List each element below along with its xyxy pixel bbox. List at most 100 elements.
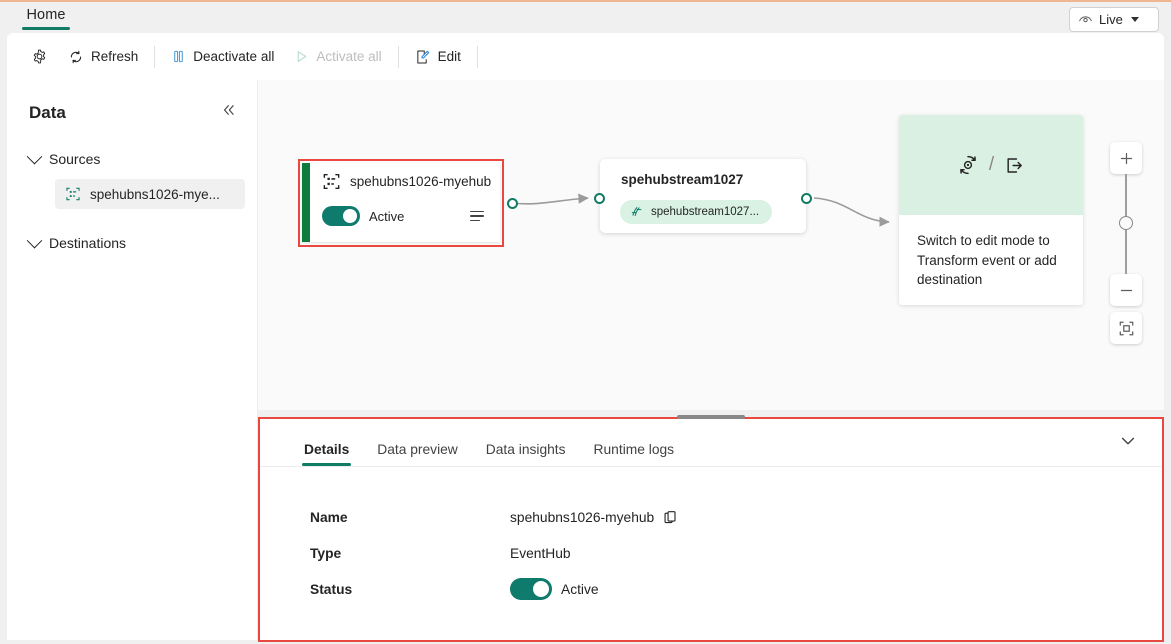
details-rows: Name spehubns1026-myehub Type EventHub S… <box>260 481 1162 607</box>
chevron-down-icon <box>26 148 43 164</box>
deactivate-all-button[interactable]: Deactivate all <box>161 42 284 72</box>
gear-icon <box>31 48 48 65</box>
tab-home-label: Home <box>26 7 66 23</box>
tab-details-label: Details <box>304 442 350 457</box>
tab-runtime-logs[interactable]: Runtime logs <box>580 442 689 466</box>
destination-placeholder-card[interactable]: / Switch to edit mode to Transform event… <box>899 115 1083 305</box>
live-mode-label: Live <box>1099 12 1123 27</box>
source-node-header: spehubns1026-myehub <box>322 172 491 191</box>
sidebar-title: Data <box>29 102 66 122</box>
pause-icon <box>171 49 186 64</box>
toolbar-divider <box>154 45 156 68</box>
tab-strip: Home Live <box>0 0 1171 33</box>
activate-all-label: Activate all <box>316 49 382 64</box>
refresh-icon <box>68 49 84 65</box>
refresh-label: Refresh <box>91 49 139 64</box>
stream-icon <box>630 205 644 219</box>
edge-stream-to-destination <box>813 197 890 227</box>
activate-all-button: Activate all <box>284 42 391 72</box>
sidebar-group-sources-label: Sources <box>49 151 101 167</box>
hamburger-menu-icon[interactable] <box>470 210 484 222</box>
detail-row-name: Name spehubns1026-myehub <box>260 499 1162 535</box>
tab-data-insights[interactable]: Data insights <box>472 442 580 466</box>
app-window: Home Live Refresh Deactivate all Activat… <box>0 0 1171 644</box>
zoom-out-button[interactable] <box>1110 274 1142 306</box>
plus-icon <box>1120 152 1132 164</box>
chevron-down-icon <box>26 232 43 248</box>
eventhub-icon <box>322 172 341 191</box>
sidebar-item-label: spehubns1026-mye... <box>90 186 220 202</box>
detail-row-type-label: Type <box>310 545 342 561</box>
fit-to-screen-button[interactable] <box>1110 312 1142 344</box>
detail-row-type-value: EventHub <box>510 545 571 561</box>
detail-row-status-label: Status <box>310 581 353 597</box>
source-node-status-bar <box>302 163 310 242</box>
detail-row-status: Status Active <box>260 571 1162 607</box>
edit-pencil-icon <box>415 49 431 65</box>
stream-node[interactable]: spehubstream1027 spehubstream1027... <box>600 159 806 233</box>
status-toggle[interactable] <box>510 578 552 600</box>
fit-to-screen-icon <box>1119 321 1133 335</box>
eventhub-icon <box>65 186 81 202</box>
eye-icon <box>1078 12 1093 27</box>
toggle-knob <box>533 581 549 597</box>
source-node-footer: Active <box>322 206 492 226</box>
export-icon <box>1003 154 1026 177</box>
tab-data-preview-label: Data preview <box>377 442 458 457</box>
sidebar-group-destinations[interactable]: Destinations <box>7 232 257 253</box>
stream-node-pill-label: spehubstream1027... <box>651 206 760 218</box>
tab-details[interactable]: Details <box>290 442 363 466</box>
destination-placeholder-icons: / <box>899 115 1083 215</box>
detail-row-name-value-group: spehubns1026-myehub <box>510 510 678 525</box>
refresh-button[interactable]: Refresh <box>58 42 148 72</box>
toolbar-divider-3 <box>476 45 478 68</box>
source-node-title: spehubns1026-myehub <box>350 174 492 189</box>
details-tabs: Details Data preview Data insights Runti… <box>260 419 1161 467</box>
tab-runtime-logs-label: Runtime logs <box>593 442 675 457</box>
chevron-down-icon <box>1121 437 1135 445</box>
sidebar-group-sources[interactable]: Sources <box>7 148 257 169</box>
stream-node-output-port[interactable] <box>801 193 812 204</box>
destination-placeholder-text: Switch to edit mode to Transform event o… <box>917 233 1057 288</box>
copy-icon[interactable] <box>663 510 678 525</box>
source-node-output-port[interactable] <box>507 198 518 209</box>
zoom-controls <box>1110 142 1142 344</box>
zoom-slider-handle[interactable] <box>1119 216 1133 230</box>
chevron-down-icon <box>1130 17 1139 22</box>
stream-node-title: spehubstream1027 <box>621 172 744 187</box>
source-node-active-toggle[interactable] <box>322 206 360 226</box>
toggle-knob <box>343 209 357 223</box>
source-node-status-label: Active <box>369 208 405 224</box>
play-icon <box>294 49 309 64</box>
tab-home[interactable]: Home <box>22 7 70 35</box>
source-node[interactable]: spehubns1026-myehub Active <box>302 163 500 242</box>
collapse-panel-button[interactable] <box>1118 431 1138 456</box>
command-bar: Refresh Deactivate all Activate all Edit <box>7 33 1164 80</box>
zoom-in-button[interactable] <box>1110 142 1142 174</box>
stream-node-pill[interactable]: spehubstream1027... <box>620 200 773 224</box>
tab-home-active-indicator <box>22 27 70 30</box>
sidebar: Data Sources spehubns1026-mye... Destina… <box>7 80 258 640</box>
zoom-slider[interactable] <box>1110 174 1142 274</box>
edge-source-to-stream <box>511 193 589 205</box>
settings-button[interactable] <box>21 42 58 72</box>
source-node-status: Active <box>322 206 404 226</box>
detail-row-status-value: Active <box>561 581 599 597</box>
tab-data-preview[interactable]: Data preview <box>363 442 472 466</box>
detail-row-name-label: Name <box>310 509 348 525</box>
toolbar-divider-2 <box>397 45 399 68</box>
detail-row-name-value: spehubns1026-myehub <box>510 509 655 525</box>
edit-label: Edit <box>437 49 461 64</box>
stream-node-input-port[interactable] <box>594 193 605 204</box>
deactivate-all-label: Deactivate all <box>193 49 275 64</box>
live-mode-button[interactable]: Live <box>1069 7 1159 32</box>
sidebar-header: Data <box>7 80 257 125</box>
flow-canvas[interactable]: spehubns1026-myehub Active spehubstream1… <box>258 80 1164 410</box>
sidebar-item-spehubns1026[interactable]: spehubns1026-mye... <box>55 179 245 209</box>
minus-icon <box>1120 289 1132 291</box>
source-node-highlight: spehubns1026-myehub Active <box>298 159 504 247</box>
edit-button[interactable]: Edit <box>405 42 471 72</box>
collapse-sidebar-button[interactable] <box>219 100 239 125</box>
detail-row-status-value-group: Active <box>510 578 599 600</box>
transform-icon <box>956 153 980 177</box>
